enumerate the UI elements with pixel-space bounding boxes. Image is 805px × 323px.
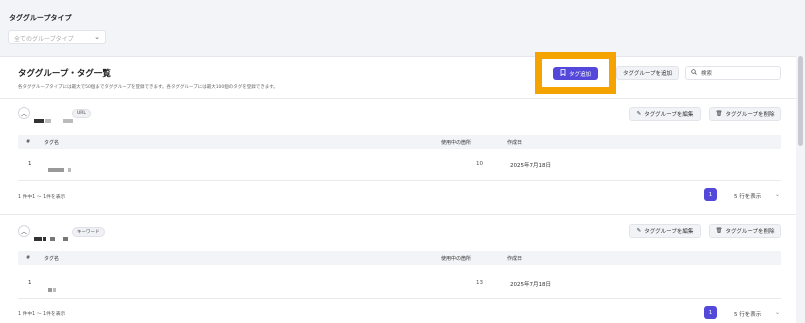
divider <box>18 298 781 299</box>
edit-tag-group-label: タググループを編集 <box>644 229 694 235</box>
tag-name <box>48 279 56 298</box>
tag-group-card <box>0 56 796 323</box>
trash-icon: 🗑 <box>715 111 723 117</box>
pagination-summary: 1 件中1 ～ 1件を表示 <box>18 312 66 317</box>
chevron-down-icon: ⌄ <box>94 33 100 41</box>
rows-per-page-select[interactable]: 5 行を表示 <box>734 192 761 200</box>
edit-tag-group-label: タググループを編集 <box>644 112 694 118</box>
edit-tag-group-button[interactable]: ✎ タググループを編集 <box>629 107 701 121</box>
divider <box>0 214 796 215</box>
card-description: 各タググループタイプには最大で50個までタググループを登録できます。各タググルー… <box>18 85 278 90</box>
group-type-filter-label: タググループタイプ <box>9 14 72 22</box>
add-tag-group-label: タググループを追加 <box>622 71 673 77</box>
divider <box>18 180 781 181</box>
search-placeholder: 検索 <box>701 71 713 77</box>
pencil-icon: ✎ <box>636 228 642 234</box>
delete-tag-group-label: タググループを削除 <box>725 112 775 118</box>
column-header-usage[interactable]: 使用中の箇所 <box>441 255 471 262</box>
page-1-button[interactable]: 1 <box>704 306 717 319</box>
chevron-up-icon: ︿ <box>20 228 27 236</box>
trash-icon: 🗑 <box>715 228 723 234</box>
created-date: 2025年7月18日 <box>510 163 551 169</box>
group-type-chip: キーワード <box>72 227 105 237</box>
tag-name <box>48 159 71 178</box>
column-header-index: # <box>26 139 31 145</box>
column-header-tag-name: タグ名 <box>44 256 60 262</box>
delete-tag-group-button[interactable]: 🗑 タググループを削除 <box>709 224 781 238</box>
chevron-down-icon[interactable]: ⌄ <box>775 191 780 198</box>
chevron-up-icon: ︿ <box>20 110 27 118</box>
scrollbar[interactable] <box>798 56 803 146</box>
usage-count: 10 <box>476 161 483 167</box>
usage-count: 13 <box>476 280 483 286</box>
add-tag-group-button[interactable]: タググループを追加 <box>616 66 679 80</box>
search-icon <box>691 69 697 77</box>
table-header <box>18 135 781 149</box>
group-type-select[interactable]: 全てのグループタイプ ⌄ <box>8 30 106 44</box>
rows-per-page-select[interactable]: 5 行を表示 <box>734 310 761 318</box>
edit-tag-group-button[interactable]: ✎ タググループを編集 <box>629 224 701 238</box>
collapse-group-button[interactable]: ︿ <box>18 107 30 119</box>
pencil-icon: ✎ <box>636 111 642 117</box>
row-index: 1 <box>28 161 32 167</box>
divider <box>0 98 796 99</box>
created-date: 2025年7月18日 <box>510 282 551 288</box>
column-header-usage[interactable]: 使用中の箇所 <box>441 139 471 146</box>
table-header <box>18 251 781 265</box>
search-input[interactable]: 検索 <box>685 66 781 80</box>
page-title: タググループ・タグ一覧 <box>18 69 111 79</box>
highlight-box <box>535 52 616 94</box>
group-type-select-value: 全てのグループタイプ <box>14 36 74 43</box>
delete-tag-group-button[interactable]: 🗑 タググループを削除 <box>709 107 781 121</box>
column-header-index: # <box>26 255 31 261</box>
collapse-group-button[interactable]: ︿ <box>18 225 30 237</box>
column-header-tag-name: タグ名 <box>44 140 60 146</box>
page-1-button[interactable]: 1 <box>704 188 717 201</box>
group-name <box>34 228 68 247</box>
pagination-summary: 1 件中1 ～ 1件を表示 <box>18 195 66 200</box>
group-type-chip: URL <box>72 109 91 118</box>
row-index: 1 <box>28 280 32 286</box>
column-header-created[interactable]: 作成日 <box>507 139 522 146</box>
group-name <box>34 110 73 129</box>
chevron-down-icon[interactable]: ⌄ <box>775 309 780 316</box>
delete-tag-group-label: タググループを削除 <box>725 229 775 235</box>
column-header-created[interactable]: 作成日 <box>507 255 522 262</box>
